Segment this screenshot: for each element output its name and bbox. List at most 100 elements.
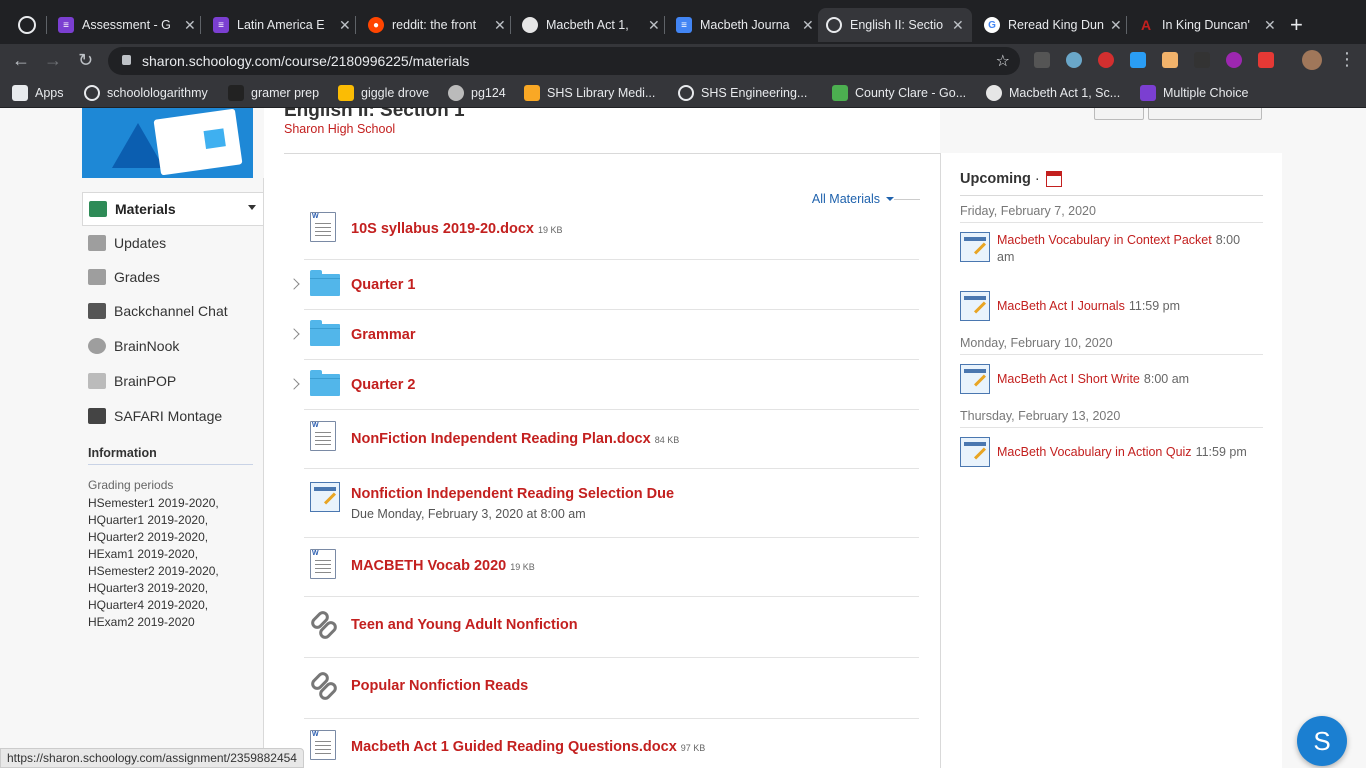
bookmark-item[interactable]: SHS Engineering... [678, 85, 807, 101]
tab-separator [510, 16, 511, 34]
browser-tab[interactable]: Macbeth Act 1, ✕ [514, 8, 668, 42]
nav-grades[interactable]: Grades [82, 260, 264, 294]
folder-row[interactable]: Grammar [288, 310, 919, 360]
menu-dots-icon[interactable]: ⋮ [1338, 49, 1356, 70]
crx-extension-icon[interactable] [1034, 52, 1050, 68]
header-button[interactable] [1094, 108, 1144, 120]
browser-tab[interactable]: ● reddit: the front ✕ [360, 8, 514, 42]
close-icon[interactable]: ✕ [802, 17, 814, 34]
upcoming-item-link[interactable]: MacBeth Act I Journals [997, 299, 1125, 313]
bookmark-item[interactable]: SHS Library Medi... [524, 85, 655, 101]
material-row[interactable]: MACBETH Vocab 202019 KB [304, 538, 919, 597]
extension-icon[interactable] [1194, 52, 1210, 68]
new-tab-icon[interactable]: + [1290, 12, 1303, 38]
material-row[interactable]: 10S syllabus 2019-20.docx19 KB [304, 202, 919, 260]
folder-row[interactable]: Quarter 1 [288, 260, 919, 310]
nav-safari-montage[interactable]: SAFARI Montage [82, 399, 264, 433]
folder-title[interactable]: Quarter 1 [351, 277, 415, 293]
material-title[interactable]: 10S syllabus 2019-20.docx 19 KB [351, 221, 563, 237]
close-icon[interactable]: ✕ [1264, 17, 1276, 34]
folder-title[interactable]: Grammar [351, 327, 415, 343]
assignment-title[interactable]: Nonfiction Independent Reading Selection… [351, 486, 674, 502]
bookmark-item[interactable]: pg124 [448, 85, 506, 101]
caret-down-icon[interactable] [248, 205, 256, 210]
nav-brainpop[interactable]: BrainPOP [82, 364, 264, 398]
browser-tab[interactable]: A In King Duncan' ✕ [1130, 8, 1284, 42]
schoology-tab-icon[interactable] [18, 16, 36, 34]
tab-separator [46, 16, 47, 34]
calendar-icon[interactable] [1045, 171, 1062, 187]
browser-tab-strip: ≡ Assessment - G ✕ ≡ Latin America E ✕ ●… [0, 0, 1366, 44]
extension-icon[interactable] [1130, 52, 1146, 68]
upcoming-item-link[interactable]: Macbeth Vocabulary in Context Packet [997, 233, 1212, 247]
bookmark-item[interactable]: County Clare - Go... [832, 85, 966, 101]
close-icon[interactable]: ✕ [339, 17, 351, 34]
adblock-icon[interactable] [1098, 52, 1114, 68]
browser-tab[interactable]: ≡ Latin America E ✕ [205, 8, 359, 42]
bookmark-item[interactable]: gramer prep [228, 85, 319, 101]
bookmark-star-icon[interactable]: ☆ [996, 51, 1010, 71]
reddit-icon: ● [368, 17, 384, 33]
material-title[interactable]: Macbeth Act 1 Guided Reading Questions.d… [351, 739, 705, 755]
owl-extension-icon[interactable] [1066, 52, 1082, 68]
forms-icon [1140, 85, 1156, 101]
reload-icon[interactable]: ↻ [78, 50, 93, 71]
close-icon[interactable]: ✕ [184, 17, 196, 34]
chevron-right-icon[interactable] [288, 378, 300, 390]
link-title[interactable]: Popular Nonfiction Reads [351, 678, 528, 694]
browser-tab-active[interactable]: English II: Sectio ✕ [818, 8, 972, 42]
school-link[interactable]: Sharon High School [284, 122, 395, 136]
gb-icon [228, 85, 244, 101]
forward-arrow-icon[interactable]: → [44, 50, 62, 71]
browser-tab[interactable]: ≡ Assessment - G ✕ [50, 8, 204, 42]
course-banner-image [82, 108, 253, 178]
tab-title: Macbeth Journa [700, 18, 790, 32]
material-row[interactable]: Macbeth Act 1 Guided Reading Questions.d… [304, 719, 919, 768]
close-icon[interactable]: ✕ [648, 17, 660, 34]
bookmark-item[interactable]: giggle drove [338, 85, 429, 101]
upcoming-item-link[interactable]: MacBeth Act I Short Write [997, 372, 1140, 386]
schoology-page: Materials Updates Grades Backchannel Cha… [0, 108, 1366, 768]
address-bar[interactable]: sharon.schoology.com/course/2180996225/m… [108, 47, 1020, 75]
chat-icon [88, 303, 106, 319]
close-icon[interactable]: ✕ [494, 17, 506, 34]
globe-icon [448, 85, 464, 101]
extension-icon[interactable] [1162, 52, 1178, 68]
bookmark-item[interactable]: Macbeth Act 1, Sc... [986, 85, 1120, 101]
back-arrow-icon[interactable]: ← [12, 50, 30, 71]
material-title[interactable]: MACBETH Vocab 2020 19 KB [351, 558, 535, 574]
chevron-right-icon[interactable] [288, 278, 300, 290]
link-row[interactable]: Popular Nonfiction Reads [304, 658, 919, 719]
schoology-help-button[interactable]: S [1297, 716, 1347, 766]
bookmark-item[interactable]: Multiple Choice [1140, 85, 1248, 101]
bookmark-item[interactable]: schoolologarithmy [84, 85, 208, 101]
nav-brainnook[interactable]: BrainNook [82, 329, 264, 363]
link-title[interactable]: Teen and Young Adult Nonfiction [351, 617, 578, 633]
extension-icon[interactable] [1258, 52, 1274, 68]
upcoming-item-link[interactable]: MacBeth Vocabulary in Action Quiz [997, 445, 1192, 459]
url-text: sharon.schoology.com/course/2180996225/m… [142, 53, 470, 69]
material-title[interactable]: NonFiction Independent Reading Plan.docx… [351, 431, 679, 447]
browser-tab[interactable]: G Reread King Dun ✕ [976, 8, 1130, 42]
nav-backchannel-chat[interactable]: Backchannel Chat [82, 294, 264, 328]
close-icon[interactable]: ✕ [952, 17, 964, 34]
color-extension-icon[interactable] [1226, 52, 1242, 68]
chevron-right-icon[interactable] [288, 328, 300, 340]
nav-updates[interactable]: Updates [82, 226, 264, 260]
bookmarks-bar: Apps schoolologarithmy gramer prep giggl… [0, 78, 1366, 108]
bookmark-apps[interactable]: Apps [12, 85, 64, 101]
word-doc-icon [310, 212, 336, 242]
grades-icon [88, 269, 106, 285]
assignment-icon [960, 232, 990, 262]
folder-title[interactable]: Quarter 2 [351, 377, 415, 393]
link-row[interactable]: Teen and Young Adult Nonfiction [304, 597, 919, 658]
profile-avatar[interactable] [1302, 50, 1322, 70]
assignment-row[interactable]: Nonfiction Independent Reading Selection… [304, 469, 919, 538]
browser-tab[interactable]: ≡ Macbeth Journa ✕ [668, 8, 822, 42]
close-icon[interactable]: ✕ [1110, 17, 1122, 34]
caret-down-icon [886, 197, 894, 201]
notifications-button[interactable] [1148, 108, 1262, 120]
material-row[interactable]: NonFiction Independent Reading Plan.docx… [304, 410, 919, 469]
nav-materials[interactable]: Materials [82, 192, 264, 226]
folder-row[interactable]: Quarter 2 [288, 360, 919, 410]
